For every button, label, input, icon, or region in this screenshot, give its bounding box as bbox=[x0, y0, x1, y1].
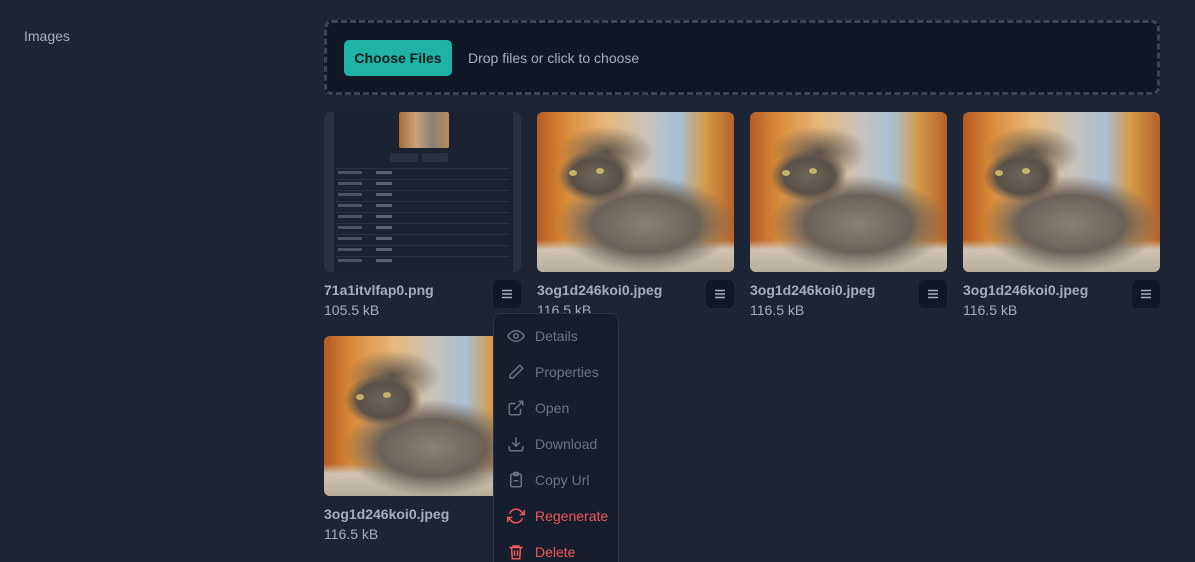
file-thumbnail[interactable] bbox=[750, 112, 947, 272]
file-card: 3og1d246koi0.jpeg 116.5 kB bbox=[537, 112, 734, 318]
file-name: 3og1d246koi0.jpeg bbox=[750, 282, 876, 298]
hamburger-icon bbox=[1141, 289, 1151, 299]
file-card: 71a1itvlfap0.png 105.5 kB bbox=[324, 112, 521, 318]
file-card: 3og1d246koi0.jpeg 116.5 kB bbox=[963, 112, 1160, 318]
menu-item-label: Properties bbox=[535, 364, 599, 380]
menu-item-details[interactable]: Details bbox=[494, 318, 618, 354]
file-thumbnail[interactable] bbox=[324, 336, 521, 496]
hamburger-icon bbox=[928, 289, 938, 299]
pencil-icon bbox=[507, 363, 525, 381]
menu-item-label: Regenerate bbox=[535, 508, 609, 524]
file-name: 3og1d246koi0.jpeg bbox=[324, 506, 450, 522]
refresh-icon bbox=[507, 507, 525, 525]
file-size: 105.5 kB bbox=[324, 302, 380, 318]
menu-item-label: Copy Url bbox=[535, 472, 590, 488]
file-menu-button[interactable] bbox=[706, 280, 734, 308]
choose-files-button[interactable]: Choose Files bbox=[344, 39, 452, 76]
file-menu-button[interactable] bbox=[919, 280, 947, 308]
file-card: 3og1d246koi0.jpeg 116.5 kB bbox=[750, 112, 947, 318]
external-link-icon bbox=[507, 399, 525, 417]
dropzone-hint: Drop files or click to choose bbox=[468, 49, 640, 66]
file-size: 116.5 kB bbox=[963, 302, 1018, 318]
eye-icon bbox=[507, 327, 525, 345]
hamburger-icon bbox=[502, 289, 512, 299]
menu-item-copy-url[interactable]: Copy Url bbox=[494, 462, 618, 498]
file-name: 3og1d246koi0.jpeg bbox=[537, 282, 663, 298]
sidebar-label-images: Images bbox=[24, 28, 70, 44]
file-menu-button[interactable] bbox=[1132, 280, 1160, 308]
file-thumbnail[interactable] bbox=[324, 112, 521, 272]
file-menu-button[interactable] bbox=[493, 280, 521, 308]
download-icon bbox=[507, 435, 525, 453]
file-dropzone[interactable]: Choose Files Drop files or click to choo… bbox=[324, 20, 1160, 95]
file-name: 3og1d246koi0.jpeg bbox=[963, 282, 1089, 298]
menu-item-label: Details bbox=[535, 328, 578, 344]
menu-item-download[interactable]: Download bbox=[494, 426, 618, 462]
menu-item-properties[interactable]: Properties bbox=[494, 354, 618, 390]
file-name: 71a1itvlfap0.png bbox=[324, 282, 434, 298]
menu-item-label: Open bbox=[535, 400, 570, 416]
menu-item-label: Download bbox=[535, 436, 598, 452]
file-thumbnail[interactable] bbox=[537, 112, 734, 272]
menu-item-delete[interactable]: Delete bbox=[494, 534, 618, 562]
menu-item-open[interactable]: Open bbox=[494, 390, 618, 426]
file-context-menu: Details Properties Open Download Copy Ur… bbox=[493, 313, 619, 562]
file-thumbnail[interactable] bbox=[963, 112, 1160, 272]
hamburger-icon bbox=[715, 289, 725, 299]
clipboard-icon bbox=[507, 471, 525, 489]
menu-item-label: Delete bbox=[535, 544, 576, 560]
file-card: 3og1d246koi0.jpeg 116.5 kB bbox=[324, 336, 521, 542]
menu-item-regenerate[interactable]: Regenerate bbox=[494, 498, 618, 534]
trash-icon bbox=[507, 543, 525, 561]
file-size: 116.5 kB bbox=[324, 526, 379, 542]
file-size: 116.5 kB bbox=[750, 302, 805, 318]
